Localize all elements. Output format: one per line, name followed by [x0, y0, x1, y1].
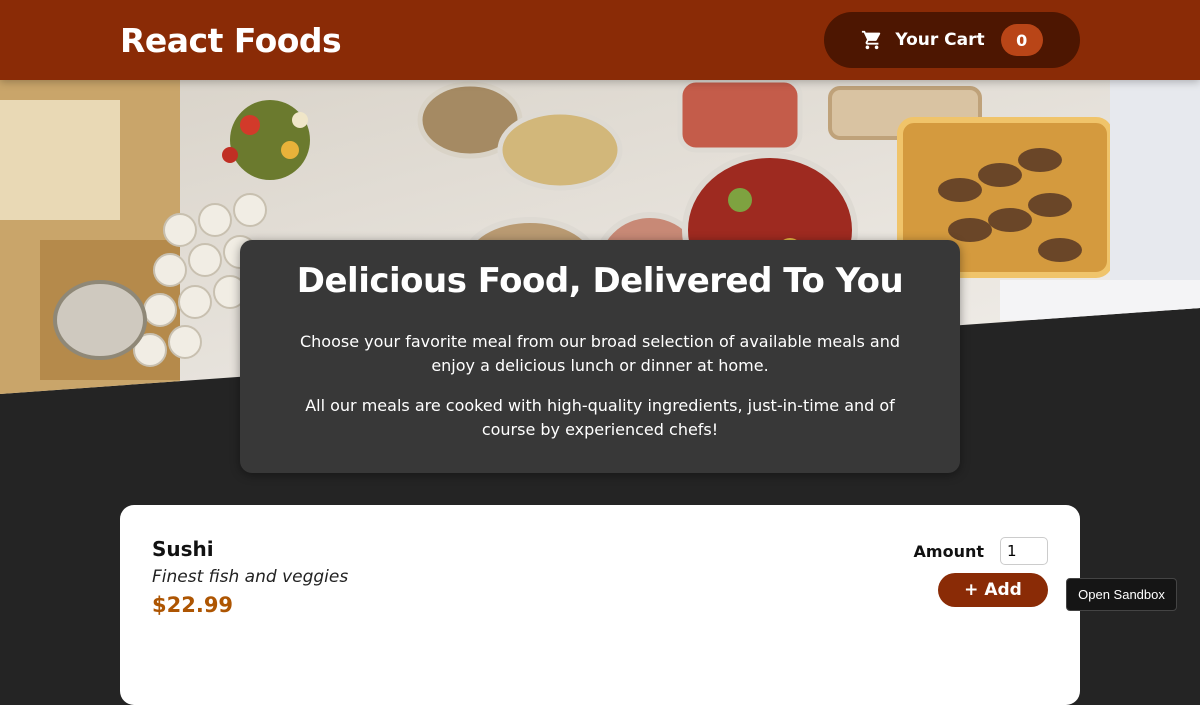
summary-title: Delicious Food, Delivered To You	[296, 261, 904, 301]
amount-row: Amount	[888, 537, 1048, 565]
amount-input[interactable]	[1000, 537, 1048, 565]
app-header: React Foods Your Cart 0	[0, 0, 1200, 80]
summary-paragraph-1: Choose your favorite meal from our broad…	[299, 332, 901, 375]
shopping-cart-icon	[861, 29, 883, 51]
amount-label: Amount	[913, 541, 984, 561]
meal-item: Sushi Finest fish and veggies $22.99 Amo…	[152, 535, 1048, 630]
app-title: React Foods	[120, 20, 342, 60]
meal-form: Amount + Add	[888, 537, 1048, 607]
summary-card: Delicious Food, Delivered To You Choose …	[240, 240, 960, 473]
summary-paragraph-2: All our meals are cooked with high-quali…	[305, 396, 895, 439]
cart-label: Your Cart	[895, 30, 985, 50]
cart-count-badge: 0	[1000, 24, 1043, 56]
cart-button[interactable]: Your Cart 0	[824, 12, 1080, 68]
open-sandbox-button[interactable]: Open Sandbox	[1066, 578, 1177, 611]
add-to-cart-button[interactable]: + Add	[938, 573, 1048, 607]
meals-list: Sushi Finest fish and veggies $22.99 Amo…	[120, 505, 1080, 705]
